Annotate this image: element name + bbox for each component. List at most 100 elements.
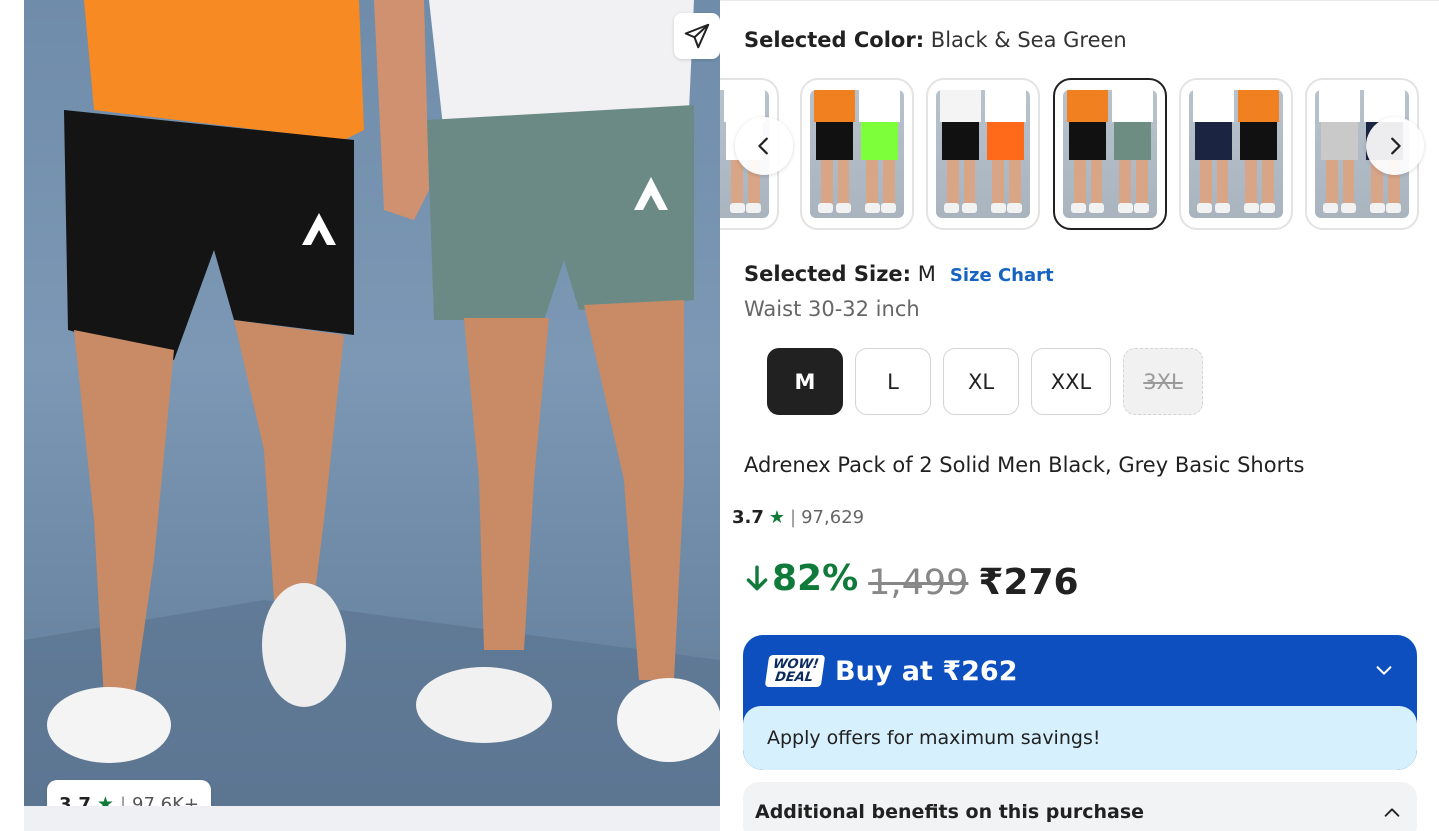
thumb-shirt — [858, 90, 901, 122]
chevron-right-icon — [1391, 137, 1401, 155]
thumb-leg — [992, 160, 1004, 206]
thumb-shirt — [813, 90, 856, 122]
thumb-leg — [1343, 160, 1355, 206]
thumb-short — [860, 122, 899, 161]
thumb-shoe — [1070, 202, 1086, 213]
share-button[interactable] — [674, 13, 720, 59]
thumb-shirt — [1066, 90, 1109, 122]
thumb-shirt — [984, 90, 1027, 122]
size-option-m[interactable]: M — [767, 348, 843, 415]
chevron-up-icon[interactable] — [1381, 802, 1403, 824]
product-details-panel: Selected Color: Black & Sea Green Select… — [720, 0, 1439, 831]
thumb-leg — [883, 160, 895, 206]
send-icon — [684, 23, 710, 49]
thumb-short — [815, 122, 854, 161]
thumb-shoe — [1196, 202, 1212, 213]
thumb-shirt — [939, 90, 982, 122]
thumb-shirt — [1192, 90, 1235, 122]
thumb-shoe — [1369, 202, 1385, 213]
product-rating-count: 97,629 — [801, 507, 865, 528]
thumb-leg — [1262, 160, 1274, 206]
selected-size-value: M — [917, 262, 936, 286]
thumb-shoe — [1243, 202, 1259, 213]
chevron-down-icon[interactable] — [1373, 659, 1395, 681]
thumb-shoe — [817, 202, 833, 213]
thumb-shoe — [1322, 202, 1338, 213]
product-rating[interactable]: 3.7 ★ | 97,629 — [732, 507, 864, 528]
additional-benefits-section[interactable]: Additional benefits on this purchase — [743, 782, 1417, 831]
thumb-leg — [821, 160, 833, 206]
thumb-shoe — [729, 202, 745, 213]
carousel-prev-button[interactable] — [735, 117, 793, 175]
thumb-leg — [1119, 160, 1131, 206]
size-option-xl[interactable]: XL — [943, 348, 1019, 415]
wow-deal-badge: WOW! DEAL — [764, 655, 826, 687]
apply-offers-text: Apply offers for maximum savings! — [743, 706, 1417, 770]
thumb-shoe — [1117, 202, 1133, 213]
thumb-leg — [1136, 160, 1148, 206]
product-main-image[interactable] — [24, 0, 720, 806]
size-option-3xl: 3XL — [1123, 348, 1203, 415]
discount-value: 82% — [772, 558, 859, 599]
color-variant-image — [810, 90, 904, 218]
thumb-short — [1068, 122, 1107, 161]
size-options: M L XL XXL 3XL — [767, 348, 1203, 415]
thumb-short — [1113, 122, 1152, 161]
thumb-shoe — [943, 202, 959, 213]
thumb-shoe — [1260, 202, 1276, 213]
waist-info: Waist 30-32 inch — [744, 297, 920, 321]
thumb-shirt — [1237, 90, 1280, 122]
thumb-short — [941, 122, 980, 161]
thumb-shoe — [881, 202, 897, 213]
product-rating-value: 3.7 — [732, 507, 764, 528]
thumb-leg — [1009, 160, 1021, 206]
wow-badge-line2: DEAL — [774, 670, 815, 685]
thumb-leg — [1074, 160, 1086, 206]
thumb-shoe — [1134, 202, 1150, 213]
thumb-short — [1194, 122, 1233, 161]
product-photo — [24, 0, 720, 806]
thumb-shoe — [1215, 202, 1231, 213]
color-variant-image — [1189, 90, 1283, 218]
selected-color-label: Selected Color: — [744, 28, 925, 52]
wow-deal-header[interactable]: WOW! DEAL Buy at ₹262 — [743, 635, 1417, 707]
thumb-leg — [1326, 160, 1338, 206]
thumb-shoe — [1341, 202, 1357, 213]
left-margin — [0, 0, 24, 831]
thumb-leg — [947, 160, 959, 206]
additional-benefits-label: Additional benefits on this purchase — [755, 801, 1145, 823]
thumb-leg — [1245, 160, 1257, 206]
thumb-shirt — [1111, 90, 1154, 122]
carousel-next-button[interactable] — [1366, 117, 1424, 175]
thumb-shoe — [864, 202, 880, 213]
color-variant-thumb[interactable] — [926, 78, 1040, 230]
size-option-l[interactable]: L — [855, 348, 931, 415]
color-variant-image — [1063, 90, 1157, 218]
thumb-leg — [1091, 160, 1103, 206]
price-block: 82% 1,499 ₹276 — [744, 558, 1079, 603]
thumb-leg — [838, 160, 850, 206]
selected-size-label: Selected Size: — [744, 262, 912, 286]
color-variant-thumb[interactable] — [1053, 78, 1167, 230]
thumb-shoe — [962, 202, 978, 213]
product-title: Adrenex Pack of 2 Solid Men Black, Grey … — [744, 453, 1305, 477]
color-variant-carousel[interactable] — [720, 78, 1439, 230]
thumb-shoe — [746, 202, 762, 213]
size-option-xxl[interactable]: XXL — [1031, 348, 1111, 415]
thumb-shoe — [1089, 202, 1105, 213]
thumb-short — [986, 122, 1025, 161]
size-chart-link[interactable]: Size Chart — [950, 265, 1054, 286]
wow-deal-price: Buy at ₹262 — [835, 655, 1018, 687]
thumb-short — [1320, 122, 1359, 161]
selected-size: Selected Size: M Size Chart — [744, 262, 1054, 286]
mrp-price: 1,499 — [868, 562, 969, 603]
color-variant-thumb[interactable] — [800, 78, 914, 230]
color-variant-thumb[interactable] — [1179, 78, 1293, 230]
thumb-leg — [964, 160, 976, 206]
thumb-shirt — [1318, 90, 1361, 122]
discount-percent: 82% — [744, 558, 858, 599]
thumb-short — [1239, 122, 1278, 161]
wow-deal-card[interactable]: WOW! DEAL Buy at ₹262 Apply offers for m… — [743, 635, 1417, 770]
thumb-leg — [731, 160, 743, 206]
thumb-shoe — [990, 202, 1006, 213]
